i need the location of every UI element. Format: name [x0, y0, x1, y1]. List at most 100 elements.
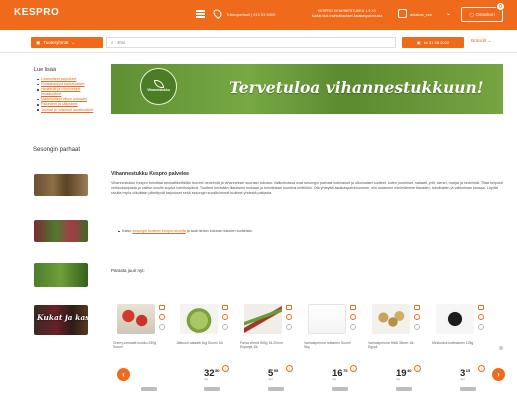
delivery-date-label: ke 31.08.2022 [423, 40, 450, 45]
intro-body: Vihannestukku Kespro toimittaa ammattike… [111, 181, 503, 196]
carousel-dot[interactable] [499, 346, 503, 350]
product-name[interactable]: Jäävuori-salaatti 1kg Suomi 1lk [176, 341, 228, 345]
product-name[interactable]: Parsa vihreä 500g 16-20mm Espanja 1lk [240, 341, 292, 350]
product-card[interactable]: Varhaisperuna Hätä 35mm 1lk Egypti i 194… [368, 304, 430, 396]
product-name[interactable]: Varhaisperuna Hätä 35mm 1lk Egypti [368, 341, 420, 350]
product-name[interactable]: Cherry-tomaatti ruukku 250g Suomi [113, 341, 165, 350]
product-badge [268, 387, 284, 391]
product-unit: /kg [396, 377, 401, 381]
brands-label: Brändit [471, 39, 487, 44]
chevron-right-icon[interactable]: › [492, 368, 505, 381]
season-thumb-label: Kukat ja kasvit [37, 313, 88, 322]
kespro-logo[interactable]: KESPRO [14, 8, 59, 18]
product-badge [204, 387, 220, 391]
intro-bullet: Katso sesongin tuotteet Kespro-sivuilta … [118, 229, 253, 233]
circle-icon [350, 324, 356, 330]
favorite-icon[interactable] [286, 314, 292, 320]
top-header: KESPRO Tukkuportaali | 010 53 5000 KESPR… [0, 0, 517, 30]
product-badge [141, 387, 157, 391]
sidebar-link[interactable]: Maitotuotteet viikon uutuudet [37, 97, 97, 102]
calendar-icon: ▣ [36, 39, 41, 45]
cart-label: Ostoskori [475, 12, 495, 17]
favorite-icon[interactable] [350, 314, 356, 320]
assortment-button[interactable]: ▣ Tuoteryhmät ⌄ [31, 37, 103, 48]
list-icon[interactable] [222, 305, 228, 310]
product-card[interactable]: Varhaisperuna nuttanen Suomi 5kg i 1675 … [304, 304, 366, 396]
search-row: ▣ Tuoteryhmät ⌄ ⌕ Etsi ▣ ke 31.08.2022 B… [0, 30, 517, 53]
list-icon[interactable] [350, 305, 356, 310]
product-image[interactable] [244, 304, 282, 334]
product-badge [460, 387, 476, 391]
product-unit: /kg [204, 377, 209, 381]
product-actions [478, 305, 486, 330]
circle-icon [159, 324, 165, 330]
cart-count-badge: 0 [496, 2, 505, 11]
assortment-label: Tuoteryhmät [43, 40, 69, 45]
brands-dropdown[interactable]: Brändit ⌄ [471, 39, 492, 44]
chevron-down-icon: ⌄ [71, 39, 76, 45]
product-image[interactable] [180, 304, 218, 334]
product-actions [350, 305, 358, 330]
logo-text[interactable]: KESPRO [14, 7, 59, 18]
circle-icon [286, 324, 292, 330]
delivery-date-button[interactable]: ▣ ke 31.08.2022 [402, 37, 464, 48]
search-input[interactable]: ⌕ Etsi [106, 37, 396, 48]
circle-icon [222, 324, 228, 330]
user-icon[interactable] [398, 9, 407, 18]
bullet-suffix: ja saat tiedon kuluvan kauden tuotteista… [186, 229, 253, 233]
notice-line-2: Kaikki lisä-/vaihtotilaukset Asiakaspalv… [311, 14, 383, 18]
sidebar-link[interactable]: Ruokakauppa kausituotteet [37, 82, 97, 87]
user-name[interactable]: asiakas_xxx [410, 12, 432, 17]
product-actions [414, 305, 422, 330]
product-card[interactable]: Minikurkut kotimainen 125g i 315 /kpl [432, 304, 494, 396]
list-icon[interactable] [286, 305, 292, 310]
circle-icon [414, 324, 420, 330]
sidebar-link-list: Lihatuotteet tarjoukset Ruokakauppa kaus… [37, 77, 97, 113]
product-card[interactable]: Parsa vihreä 500g 16-20mm Espanja 1lk i … [240, 304, 302, 396]
leaf-icon [153, 80, 164, 89]
search-icon: ⌕ [111, 40, 114, 45]
info-icon[interactable]: i [222, 365, 229, 372]
list-icon[interactable] [196, 10, 205, 18]
info-icon[interactable]: i [478, 365, 485, 372]
product-card[interactable]: Cherry-tomaatti ruukku 250g Suomi [113, 304, 175, 396]
favorite-icon[interactable] [159, 314, 165, 320]
sidebar-link[interactable]: Pakasteet ja säilykkeet [37, 102, 97, 107]
favorite-icon[interactable] [222, 314, 228, 320]
chevron-down-icon[interactable]: ⌄ [446, 10, 451, 17]
favorite-icon[interactable] [478, 314, 484, 320]
product-card[interactable]: Jäävuori-salaatti 1kg Suomi 1lk i 3250 /… [176, 304, 238, 396]
info-icon[interactable]: i [414, 365, 421, 372]
list-icon[interactable] [478, 305, 484, 310]
list-icon[interactable] [159, 305, 165, 310]
product-name[interactable]: Varhaisperuna nuttanen Suomi 5kg [304, 341, 356, 350]
product-badge [332, 387, 348, 391]
product-actions [222, 305, 230, 330]
product-badge [396, 387, 412, 391]
product-image[interactable] [436, 304, 474, 334]
location-pin-icon [211, 7, 224, 20]
product-image[interactable] [117, 304, 155, 334]
chevron-left-icon[interactable]: ‹ [117, 368, 130, 381]
list-icon[interactable] [414, 305, 420, 310]
intro-title: Vihannestukku Kespro palvelee [111, 171, 190, 177]
products-section-title: Parasta juuri nyt: [111, 268, 145, 273]
store-info[interactable]: Tukkuportaali | 010 53 5000 [226, 12, 275, 17]
sidebar-link[interactable]: Juomat ja makeiset kausituotteet [37, 108, 97, 113]
circle-icon [478, 324, 484, 330]
product-image[interactable] [372, 304, 410, 334]
product-image-placeholder[interactable] [308, 304, 346, 334]
product-name[interactable]: Minikurkut kotimainen 125g [432, 341, 484, 345]
sidebar-link[interactable]: Hedelmät ja vihannekset kausituotteet [37, 87, 97, 96]
info-icon[interactable]: i [286, 365, 293, 372]
badge-text: Vihannestukku [147, 88, 170, 93]
season-thumb-potatoes[interactable] [34, 174, 88, 196]
info-icon[interactable]: i [350, 365, 357, 372]
season-thumb-greens[interactable] [34, 263, 88, 287]
season-thumb-vegetables[interactable] [34, 220, 88, 242]
season-thumb-flowers[interactable]: Kukat ja kasvit [34, 305, 88, 335]
favorite-icon[interactable] [414, 314, 420, 320]
sidebar-title: Lue lisää [34, 67, 57, 73]
sidebar-link[interactable]: Lihatuotteet tarjoukset [37, 77, 97, 82]
season-products-link[interactable]: sesongin tuotteet Kespro-sivuilta [132, 229, 185, 233]
